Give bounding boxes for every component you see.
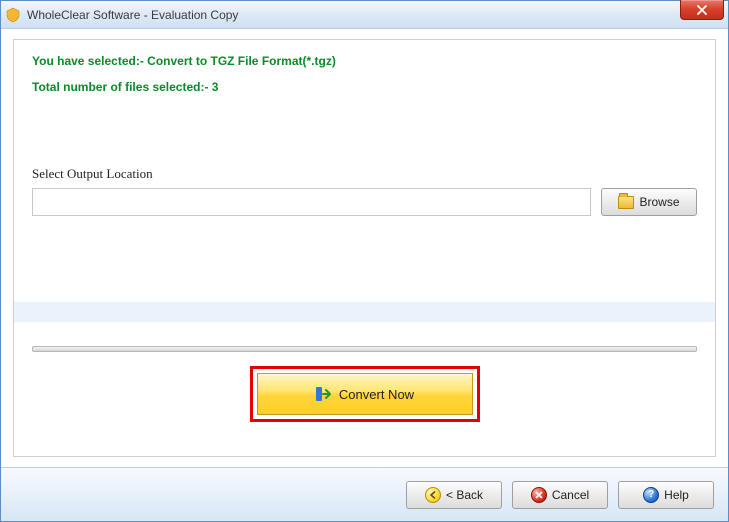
- selected-format-text: You have selected:- Convert to TGZ File …: [32, 54, 697, 68]
- help-button-label: Help: [664, 488, 689, 502]
- file-count-text: Total number of files selected:- 3: [32, 80, 697, 94]
- back-button[interactable]: < Back: [406, 481, 502, 509]
- browse-button[interactable]: Browse: [601, 188, 697, 216]
- help-icon: ?: [643, 487, 659, 503]
- app-icon: [5, 7, 21, 23]
- output-row: Browse: [32, 188, 697, 216]
- convert-highlight: Convert Now: [250, 366, 480, 422]
- cancel-icon: [531, 487, 547, 503]
- cancel-button-label: Cancel: [552, 488, 589, 502]
- back-button-label: < Back: [446, 488, 483, 502]
- folder-icon: [618, 196, 634, 209]
- close-icon: [696, 5, 708, 15]
- output-location-label: Select Output Location: [32, 166, 697, 182]
- cancel-button[interactable]: Cancel: [512, 481, 608, 509]
- browse-button-label: Browse: [639, 195, 679, 209]
- bottom-bar: < Back Cancel ? Help: [1, 467, 728, 521]
- titlebar: WholeClear Software - Evaluation Copy: [1, 1, 728, 29]
- window-title: WholeClear Software - Evaluation Copy: [27, 8, 238, 22]
- close-button[interactable]: [680, 0, 724, 20]
- progress-band: [14, 302, 715, 322]
- separator-bar: [32, 346, 697, 352]
- back-arrow-icon: [425, 487, 441, 503]
- output-location-input[interactable]: [32, 188, 591, 216]
- convert-button-label: Convert Now: [339, 387, 414, 402]
- convert-icon: [315, 386, 331, 402]
- main-panel: You have selected:- Convert to TGZ File …: [13, 39, 716, 457]
- content-area: You have selected:- Convert to TGZ File …: [1, 29, 728, 457]
- convert-now-button[interactable]: Convert Now: [257, 373, 473, 415]
- help-button[interactable]: ? Help: [618, 481, 714, 509]
- app-window: WholeClear Software - Evaluation Copy Yo…: [0, 0, 729, 522]
